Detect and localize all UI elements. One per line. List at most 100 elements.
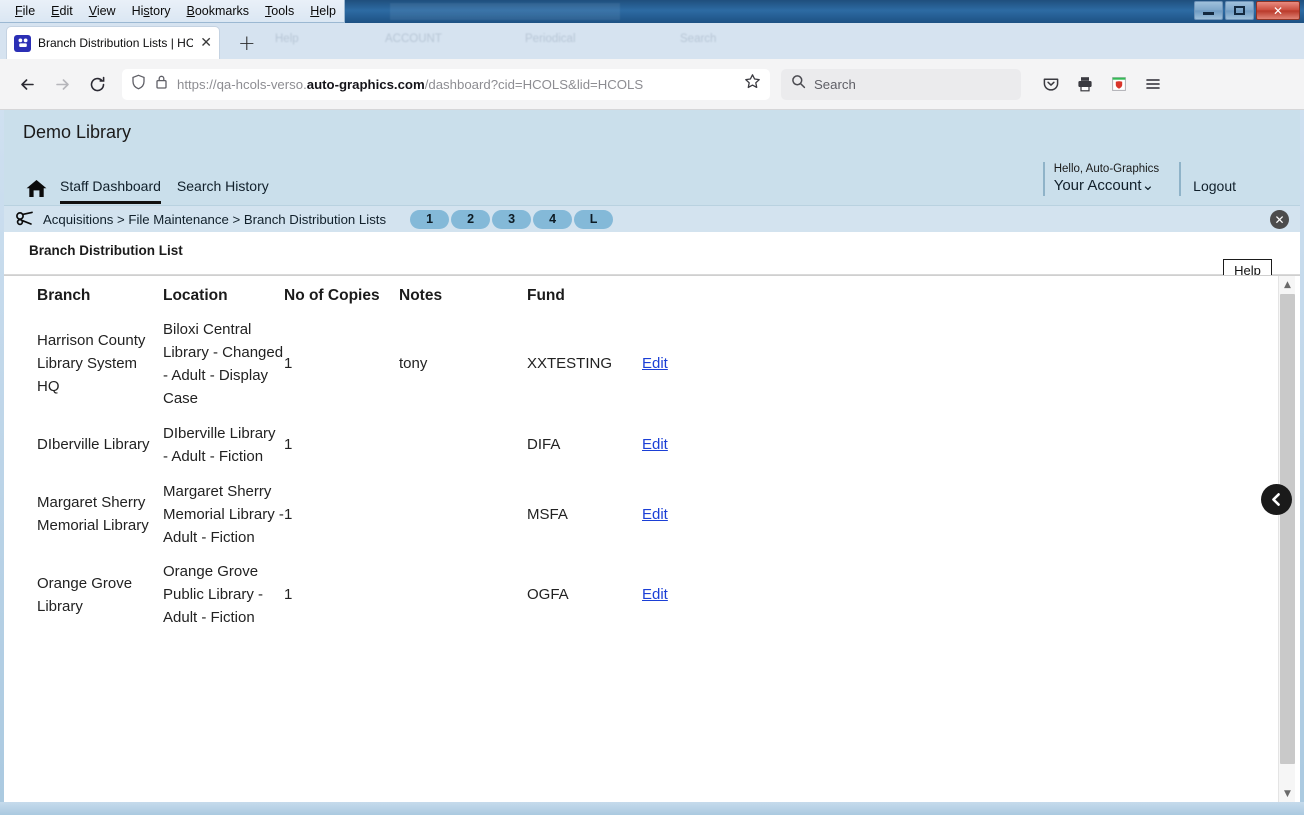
cell-fund: XXTESTING [527,355,613,373]
tab-title: Branch Distribution Lists | HCOLS [38,36,194,50]
column-header-location: Location [163,287,228,304]
reload-button[interactable] [82,69,113,100]
ghost-tab-2: ACCOUNT [385,33,442,45]
edit-link[interactable]: Edit [642,355,668,372]
breadcrumb-pill-4[interactable]: 4 [533,209,573,229]
scroll-up-icon[interactable]: ▲ [1279,276,1296,293]
minimize-button[interactable] [1194,1,1223,20]
browser-tab[interactable]: Branch Distribution Lists | HCOLS ✕ [6,26,220,59]
menu-history[interactable]: History [124,2,179,20]
maximize-button[interactable] [1225,1,1254,20]
account-chevron-down-icon: ⌄ [1141,177,1155,195]
cell-fund: OGFA [527,586,569,604]
tab-close-icon[interactable]: ✕ [200,36,212,50]
app-header: Demo Library A All Headings [4,110,1300,258]
scrollbar-thumb[interactable] [1280,294,1295,764]
menu-help[interactable]: Help [302,2,344,20]
window-bottom-edge [0,802,1304,815]
column-header-fund: Fund [527,287,565,304]
column-header-notes: Notes [399,287,443,304]
cell-location: Orange Grove Public Library - Adult - Fi… [163,563,264,627]
maximize-icon [1234,6,1245,15]
breadcrumb-pill-3[interactable]: 3 [492,209,532,229]
menu-view[interactable]: View [81,2,124,20]
window-controls: ✕ [1194,1,1300,20]
url-text: https://qa-hcols-verso.auto-graphics.com… [177,76,644,92]
cell-location: Margaret Sherry Memorial Library - Adult… [163,482,284,546]
shield-icon [131,74,146,95]
your-account-menu[interactable]: Your Account⌄ [1054,176,1159,196]
your-account-label: Your Account [1053,177,1142,195]
navigation-bar: https://qa-hcols-verso.auto-graphics.com… [0,59,1304,110]
cell-branch: Harrison County Library System HQ [37,332,146,396]
menu-tools[interactable]: Tools [257,2,302,20]
scroll-down-icon[interactable]: ▼ [1279,785,1296,802]
logout-link[interactable]: Logout [1179,162,1236,196]
breadcrumb-pills: 1 2 3 4 L [410,209,614,229]
cell-copies: 1 [284,436,293,454]
tab-strip: Help ACCOUNT Periodical Search Branch Di… [0,23,1304,59]
cell-branch: Margaret Sherry Memorial Library [37,494,149,535]
edit-link[interactable]: Edit [642,436,668,453]
favicon-icon [14,34,31,52]
new-tab-button[interactable]: + [238,33,256,54]
home-icon[interactable] [26,179,47,203]
edit-link[interactable]: Edit [642,506,668,523]
search-icon [791,74,806,94]
table-header-row: Branch Location No of Copies Notes Fund [37,283,697,313]
cell-location: Biloxi Central Library - Changed - Adult… [163,321,284,407]
minimize-icon [1203,12,1214,15]
breadcrumb-pill-2[interactable]: 2 [451,209,491,229]
ghost-tab-1: Help [275,33,299,45]
close-icon: ✕ [1272,3,1284,18]
window-edge-right [1300,110,1304,815]
print-icon[interactable] [1069,69,1100,100]
browser-window: ✕ File Edit View History Bookmarks Tools… [0,0,1304,815]
column-header-branch: Branch [37,287,91,304]
title-bar-ghost-text [390,3,620,20]
column-header-action [642,283,697,313]
menu-bookmarks[interactable]: Bookmarks [179,2,258,20]
close-window-button[interactable]: ✕ [1256,1,1300,20]
browser-search-bar[interactable]: Search [781,68,1021,100]
app-menu-icon[interactable] [1137,69,1168,100]
cell-notes: tony [399,355,428,373]
cell-location: DIberville Library - Adult - Fiction [163,424,276,465]
save-to-pocket-icon[interactable] [1035,69,1066,100]
breadcrumb-close-icon[interactable]: ✕ [1270,210,1289,229]
cell-branch: Orange Grove Library [37,574,133,615]
vertical-scrollbar[interactable]: ▲ ▼ [1278,276,1295,802]
breadcrumb[interactable]: Acquisitions > File Maintenance > Branch… [43,212,386,227]
column-header-copies: No of Copies [284,287,380,304]
bookmark-star-icon[interactable] [744,73,761,95]
edit-link[interactable]: Edit [642,586,668,603]
cell-copies: 1 [284,355,293,373]
breadcrumb-pill-1[interactable]: 1 [410,209,450,229]
breadcrumb-pill-L[interactable]: L [574,209,614,229]
extension-icon[interactable] [1103,69,1134,100]
collapse-panel-button[interactable] [1261,484,1292,515]
account-area: Hello, Auto-Graphics Your Account⌄ Logou… [1042,162,1236,196]
table-row: Orange Grove Library Orange Grove Public… [37,555,697,636]
browser-search-placeholder: Search [814,76,856,92]
link-chain-icon[interactable] [15,211,34,227]
table-row: DIberville Library DIberville Library - … [37,417,697,475]
cell-notes [399,475,527,556]
table-container: Branch Location No of Copies Notes Fund … [4,275,1300,802]
nav-staff-dashboard[interactable]: Staff Dashboard [60,178,161,204]
greeting-text: Hello, Auto-Graphics [1053,163,1160,175]
menu-edit[interactable]: Edit [43,2,81,20]
web-page: Demo Library A All Headings [4,110,1300,802]
cell-fund: DIFA [527,436,561,454]
forward-button[interactable] [47,69,78,100]
cell-copies: 1 [284,505,293,523]
page-title: Branch Distribution List [29,243,183,258]
table-row: Harrison County Library System HQ Biloxi… [37,313,697,417]
branch-distribution-table: Branch Location No of Copies Notes Fund … [37,283,697,636]
address-bar[interactable]: https://qa-hcols-verso.auto-graphics.com… [122,68,770,100]
menu-file[interactable]: File [7,2,43,20]
nav-search-history[interactable]: Search History [177,178,269,201]
breadcrumb-bar: Acquisitions > File Maintenance > Branch… [4,205,1300,232]
back-button[interactable] [12,69,43,100]
cell-copies: 1 [284,586,293,604]
